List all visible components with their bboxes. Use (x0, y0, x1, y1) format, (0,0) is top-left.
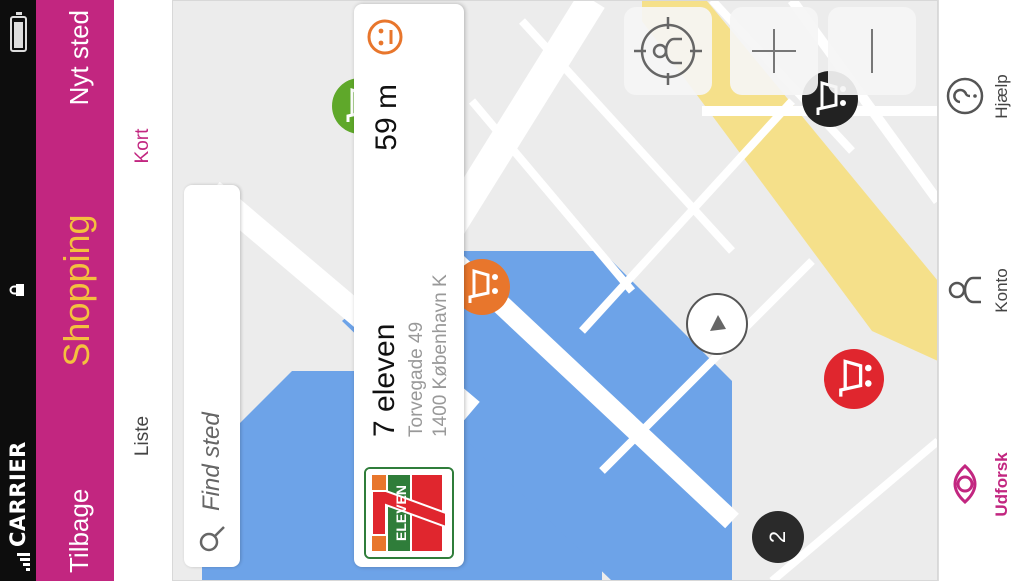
bottom-tab-explore-label: Udforsk (992, 452, 1011, 517)
bottom-tab-help[interactable]: Hjælp (945, 0, 1012, 193)
store-logo-icon: ELEVEN (366, 469, 452, 557)
crosshair-person-icon (634, 17, 702, 85)
seven-eleven-logo: ELEVEN (364, 467, 454, 559)
map-view[interactable]: 2 (172, 0, 938, 581)
status-bar: CARRIER (0, 0, 36, 581)
shop-pin-red[interactable] (824, 349, 884, 409)
lock-icon (9, 284, 24, 296)
bottom-tab-account-label: Konto (992, 268, 1011, 313)
bottom-tab-help-label: Hjælp (992, 74, 1011, 119)
search-bar (184, 185, 240, 567)
question-icon (946, 78, 984, 115)
plus-icon (752, 29, 796, 73)
phone-screen: CARRIER Tilbage Shopping Nyt sted Liste … (0, 0, 1012, 581)
neutral-face-icon (367, 19, 403, 55)
shopping-cart-icon (468, 269, 498, 303)
carrier-label: CARRIER (6, 441, 30, 571)
tab-list[interactable]: Liste (114, 291, 172, 581)
shopping-cart-icon (839, 359, 872, 397)
carrier-text: CARRIER (6, 441, 30, 547)
place-card[interactable]: ELEVEN 7 eleven Torvegade 49 1400 Københ… (354, 4, 464, 567)
search-icon (199, 526, 225, 552)
locate-me-button[interactable] (624, 7, 712, 95)
map-cluster-marker[interactable]: 2 (752, 511, 804, 563)
bottom-tab-bar: Udforsk Konto Hjælp (938, 0, 1012, 581)
bottom-tab-account[interactable]: Konto (945, 194, 1012, 387)
battery-icon (10, 16, 27, 52)
place-address-city: 1400 København K (430, 274, 451, 437)
navigation-arrow-icon (710, 315, 726, 331)
tab-map[interactable]: Kort (114, 1, 172, 291)
zoom-in-button[interactable] (730, 7, 818, 95)
nav-bar: Tilbage Shopping Nyt sted (36, 0, 114, 581)
view-tabs: Liste Kort (114, 0, 172, 581)
logo-text: ELEVEN (393, 485, 409, 541)
person-icon (948, 277, 981, 304)
user-location-marker (686, 293, 748, 355)
signal-icon (6, 551, 30, 571)
bottom-tab-explore[interactable]: Udforsk (945, 388, 1012, 581)
new-place-button[interactable]: Nyt sted (64, 10, 95, 105)
minus-icon (871, 29, 873, 73)
place-address-street: Torvegade 49 (406, 321, 427, 437)
search-input[interactable] (194, 203, 230, 513)
place-distance: 59 m (370, 84, 403, 151)
zoom-out-button[interactable] (828, 7, 916, 95)
place-name: 7 eleven (368, 323, 401, 437)
eye-icon (953, 464, 977, 505)
